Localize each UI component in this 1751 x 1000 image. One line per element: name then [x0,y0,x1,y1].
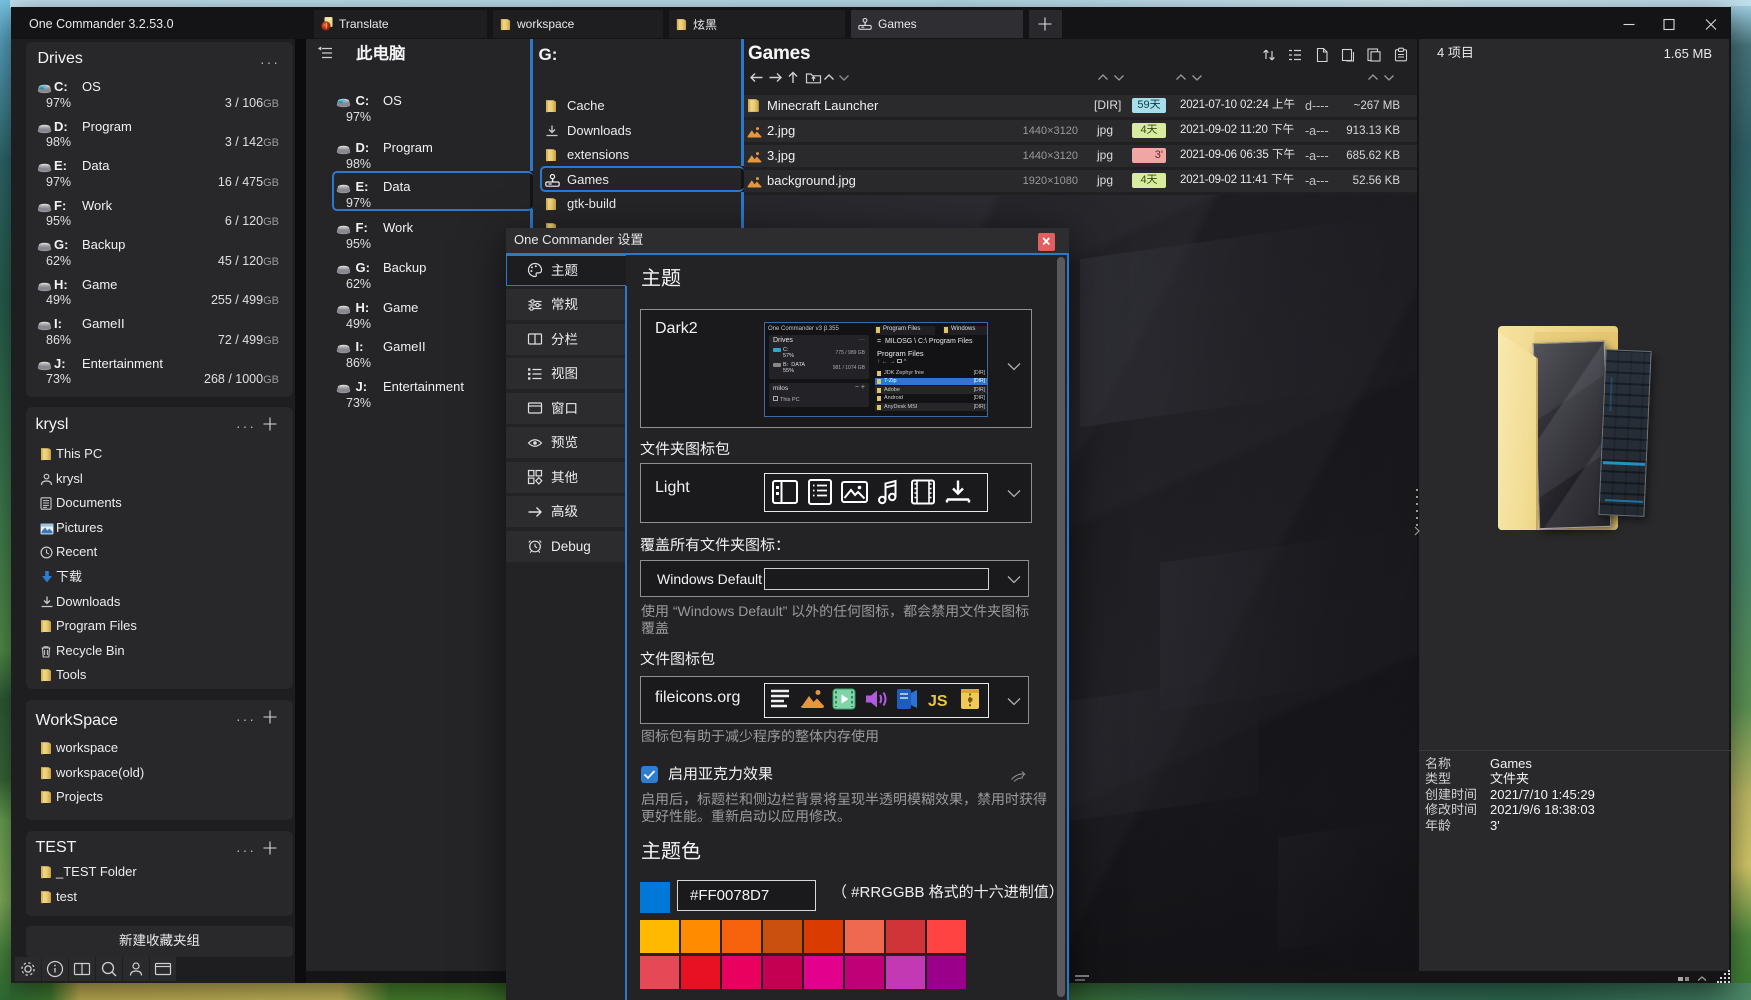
svg-text:JS: JS [928,693,948,710]
